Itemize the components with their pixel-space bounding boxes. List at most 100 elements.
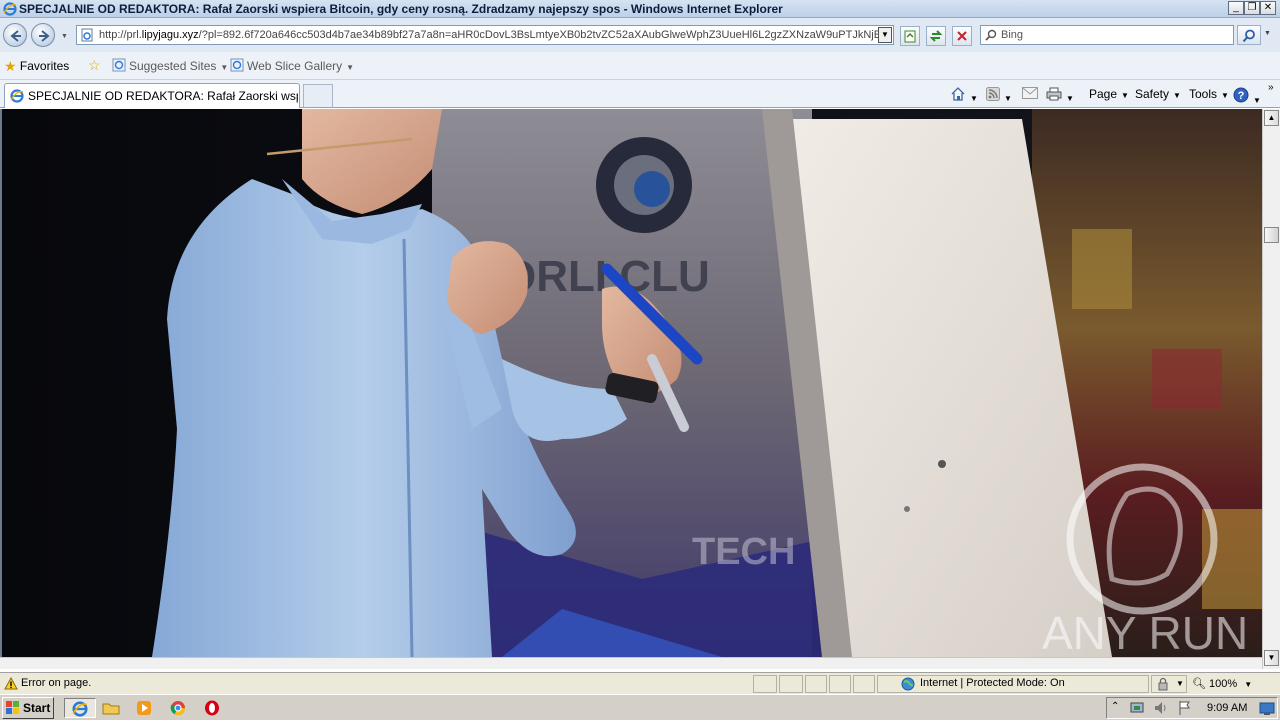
print-button[interactable]: ▼ xyxy=(1046,87,1074,104)
forward-button[interactable] xyxy=(31,23,55,47)
safety-menu[interactable]: Safety ▼ xyxy=(1135,87,1181,101)
article-hero-photo: ORLI CLU TECH ANY RUN xyxy=(2,109,1262,657)
web-slice-gallery-label: Web Slice Gallery xyxy=(247,59,343,73)
address-bar[interactable]: http://prl.lipyjagu.xyz/?pl=892.6f720a64… xyxy=(76,25,894,45)
favorites-button[interactable]: ★ Favorites xyxy=(4,58,69,76)
status-panel xyxy=(779,675,803,693)
vertical-scrollbar[interactable]: ▲ ▼ xyxy=(1262,109,1280,669)
chevron-down-icon: ▼ xyxy=(1004,94,1012,103)
system-tray: ⌃ 9:09 AM xyxy=(1106,697,1278,719)
address-dropdown-button[interactable]: ▼ xyxy=(878,27,892,43)
ie-logo-icon xyxy=(72,701,88,717)
favorites-label: Favorites xyxy=(19,59,70,73)
page-content: ORLI CLU TECH ANY RUN xyxy=(0,109,1262,657)
horizontal-scroll-track xyxy=(0,657,1262,669)
taskbar-opera-button[interactable] xyxy=(204,698,226,718)
help-icon: ? xyxy=(1233,87,1249,103)
feeds-button[interactable]: ▼ xyxy=(986,87,1012,104)
taskbar: Start ⌃ 9:09 AM xyxy=(0,694,1280,720)
opera-icon xyxy=(205,700,219,716)
url-rest: /?pl=892.6f720a646cc503d4b7ae34b89bf27a7… xyxy=(198,29,879,41)
taskbar-chrome-button[interactable] xyxy=(170,698,192,718)
stop-button[interactable] xyxy=(952,26,972,46)
scroll-down-button[interactable]: ▼ xyxy=(1264,650,1279,666)
status-panel xyxy=(853,675,875,693)
taskbar-explorer-button[interactable] xyxy=(102,698,124,718)
show-hidden-icons-button[interactable]: ⌃ xyxy=(1111,701,1119,712)
globe-icon xyxy=(901,677,915,691)
start-button[interactable]: Start xyxy=(2,697,54,719)
whiteboard-mark xyxy=(904,506,910,512)
zoom-magnifier-icon: 🔍︎ xyxy=(1192,678,1206,690)
maximize-button[interactable]: ❐ xyxy=(1244,1,1260,15)
anyrun-watermark-text: ANY RUN xyxy=(1042,607,1248,657)
search-input[interactable]: Bing xyxy=(980,25,1234,45)
warning-icon[interactable] xyxy=(4,677,18,690)
zoom-control[interactable]: 🔍︎ 100% ▼ xyxy=(1192,677,1252,690)
close-button[interactable]: ✕ xyxy=(1260,1,1276,15)
navigation-bar: ▼ http://prl.lipyjagu.xyz/?pl=892.6f720a… xyxy=(0,18,1280,52)
read-mail-button[interactable] xyxy=(1022,87,1038,102)
windows-logo-icon xyxy=(6,701,19,714)
status-bar: Error on page. Internet | Protected Mode… xyxy=(0,672,1280,694)
taskbar-media-player-button[interactable] xyxy=(136,698,158,718)
volume-icon[interactable] xyxy=(1153,700,1169,716)
taskbar-ie-button[interactable] xyxy=(64,698,96,718)
chevron-down-icon: ▼ xyxy=(970,94,978,103)
search-icon xyxy=(985,29,997,41)
url-text[interactable]: http://prl.lipyjagu.xyz/?pl=892.6f720a64… xyxy=(99,29,879,41)
window-title: SPECJALNIE OD REDAKTORA: Rafał Zaorski w… xyxy=(19,2,783,16)
ie-logo-icon xyxy=(10,89,24,103)
recent-pages-dropdown[interactable]: ▼ xyxy=(61,33,68,40)
chevron-down-icon: ▼ xyxy=(1244,680,1253,689)
scroll-thumb[interactable] xyxy=(1264,227,1279,243)
action-center-icon[interactable] xyxy=(1129,700,1145,716)
suggested-sites-link[interactable]: Suggested Sites ▼ xyxy=(112,58,228,76)
poster-tile xyxy=(1152,349,1222,409)
ie-window: SPECJALNIE OD REDAKTORA: Rafał Zaorski w… xyxy=(0,0,1280,720)
flag-icon[interactable] xyxy=(1177,700,1193,716)
home-icon xyxy=(951,87,965,101)
chevron-down-icon: ▼ xyxy=(1253,96,1261,105)
show-desktop-icon[interactable] xyxy=(1259,702,1275,716)
add-to-favorites-bar-icon[interactable]: ☆ xyxy=(88,57,101,75)
favorites-star-icon: ★ xyxy=(4,58,17,74)
ie-page-icon xyxy=(112,58,126,72)
chevron-down-icon: ▼ xyxy=(1173,91,1181,100)
media-player-icon xyxy=(137,701,151,715)
refresh-icon xyxy=(929,30,943,42)
zoom-level: 100% xyxy=(1209,678,1238,690)
stop-x-icon xyxy=(957,31,967,41)
search-placeholder: Bing xyxy=(1001,29,1024,41)
printer-icon xyxy=(1046,87,1062,101)
url-domain: lipyjagu.xyz xyxy=(141,29,199,41)
more-commands-button[interactable]: » xyxy=(1268,82,1274,93)
security-zone-text[interactable]: Internet | Protected Mode: On xyxy=(920,677,1065,689)
safety-menu-label: Safety xyxy=(1135,87,1170,101)
suggested-sites-label: Suggested Sites xyxy=(129,59,217,73)
tools-menu[interactable]: Tools ▼ xyxy=(1189,87,1229,101)
minimize-button[interactable]: _ xyxy=(1228,1,1244,15)
clock[interactable]: 9:09 AM xyxy=(1207,702,1247,714)
compatibility-view-button[interactable] xyxy=(900,26,920,46)
url-prefix: http://prl. xyxy=(99,29,142,41)
mail-icon xyxy=(1022,87,1038,99)
back-button[interactable] xyxy=(3,23,27,47)
folder-icon xyxy=(102,703,120,715)
search-button[interactable] xyxy=(1237,25,1261,45)
rss-icon xyxy=(986,87,1000,101)
scroll-up-button[interactable]: ▲ xyxy=(1264,110,1279,126)
refresh-button[interactable] xyxy=(926,26,946,46)
search-options-dropdown[interactable]: ▼ xyxy=(1264,30,1271,37)
start-label: Start xyxy=(23,701,51,715)
status-message[interactable]: Error on page. xyxy=(21,677,91,689)
tab-active[interactable]: SPECJALNIE OD REDAKTORA: Rafał Zaorski w… xyxy=(4,83,300,108)
whiteboard-mark xyxy=(938,460,946,468)
web-slice-gallery-link[interactable]: Web Slice Gallery ▼ xyxy=(230,58,354,76)
new-tab-button[interactable] xyxy=(303,84,333,107)
home-button[interactable]: ▼ xyxy=(950,87,978,104)
banner-logo-core xyxy=(634,171,670,207)
help-menu[interactable]: ? ▼ xyxy=(1233,87,1261,106)
page-menu[interactable]: Page ▼ xyxy=(1089,87,1129,101)
protected-mode-panel[interactable]: ▼ xyxy=(1151,675,1187,693)
